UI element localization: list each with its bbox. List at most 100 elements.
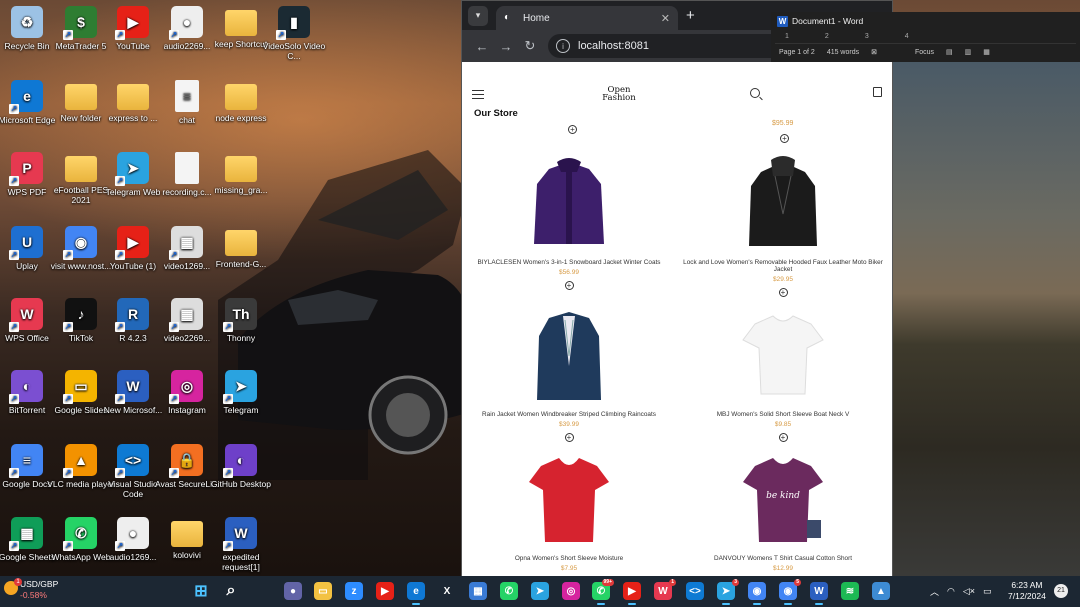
taskbar-instagram-icon[interactable]: ◎ xyxy=(562,582,580,600)
shortcut-arrow-icon: ↗ xyxy=(115,250,125,260)
product-image-navy-raincoat[interactable] xyxy=(519,306,619,406)
desktop-icon-telegram[interactable]: ➤ ↗ Telegram xyxy=(207,370,275,415)
notification-count[interactable]: 21 xyxy=(1054,584,1068,598)
taskbar-meet-icon[interactable]: ● xyxy=(284,582,302,600)
product-card[interactable]: Lock and Love Women's Removable Hooded F… xyxy=(678,154,888,297)
app-icon xyxy=(225,230,257,256)
taskbar-edge-icon[interactable]: e xyxy=(407,582,425,605)
taskbar-chrome-2-icon[interactable]: ◉ 5 xyxy=(779,579,801,605)
product-card[interactable]: Rain Jacket Women Windbreaker Striped Cl… xyxy=(464,306,674,442)
taskbar-youtube-2-icon[interactable]: ▶ xyxy=(623,582,641,605)
add-to-cart-icon[interactable]: + xyxy=(780,134,789,143)
web-layout-icon[interactable]: ▦ xyxy=(983,48,990,56)
app-icon: ◉ ↗ xyxy=(63,226,97,260)
close-tab-icon[interactable]: ✕ xyxy=(661,12,670,25)
reload-icon[interactable]: ↻ xyxy=(518,38,542,54)
add-to-cart-icon[interactable]: + xyxy=(778,288,788,297)
forward-icon[interactable]: → xyxy=(494,39,518,54)
taskbar-search-icon[interactable]: ⌕ xyxy=(222,582,240,600)
taskbar-telegram-2-icon[interactable]: ➤ 3 xyxy=(717,579,739,605)
taskbar-chrome-icon[interactable]: ◉ xyxy=(748,582,766,605)
shortcut-arrow-icon: ↗ xyxy=(169,394,179,404)
tab-home[interactable]: ◐ Home ✕ xyxy=(496,6,678,30)
desktop-icon-thonny[interactable]: Th ↗ Thonny xyxy=(207,298,275,343)
tab-search-button[interactable]: ▾ xyxy=(468,5,488,26)
add-to-cart-icon[interactable]: + xyxy=(778,433,788,442)
add-to-cart-icon[interactable]: + xyxy=(564,281,574,290)
taskbar-badge: 5 xyxy=(794,579,801,586)
taskbar-store-icon[interactable]: ▦ xyxy=(469,582,487,600)
product-image-purple-tshirt[interactable]: be kind xyxy=(733,450,833,550)
taskbar-whatsapp-icon[interactable]: ✆ xyxy=(500,582,518,600)
ticker-widget[interactable]: 1 USD/GBP -0.58% xyxy=(4,578,90,601)
taskbar-spotify-icon[interactable]: ≋ xyxy=(841,582,859,600)
product-title[interactable]: BIYLACLESEN Women's 3-in-1 Snowboard Jac… xyxy=(464,259,674,266)
wifi-icon[interactable]: ◠ xyxy=(947,586,955,597)
desktop-icon-label: expedited request[1] xyxy=(222,552,260,572)
desktop-icon-github-desktop[interactable]: ◐ ↗ GitHub Desktop xyxy=(207,444,275,489)
taskbar-youtube-icon[interactable]: ▶ xyxy=(376,582,394,600)
shortcut-arrow-icon: ↗ xyxy=(9,541,19,551)
product-image-black-leather-jacket[interactable] xyxy=(733,154,833,254)
product-title[interactable]: Opna Women's Short Sleeve Moisture xyxy=(464,555,674,562)
taskbar-wps-icon[interactable]: W1 xyxy=(654,579,676,600)
product-image-red-tshirt[interactable] xyxy=(519,450,619,550)
app-icon: ♻ xyxy=(11,6,43,38)
desktop-icon-label: missing_gra... xyxy=(214,185,268,195)
page-indicator[interactable]: Page 1 of 2 xyxy=(779,49,815,56)
product-title[interactable]: DANVOUY Womens T Shirt Casual Cotton Sho… xyxy=(678,555,888,562)
app-icon: U ↗ xyxy=(9,226,43,260)
hamburger-menu-icon[interactable] xyxy=(472,90,484,100)
shopping-bag-icon[interactable] xyxy=(873,87,882,97)
new-tab-button[interactable]: + xyxy=(686,7,695,24)
desktop-icon-label: Frontend-G... xyxy=(215,259,267,269)
product-price: $12.99 xyxy=(773,565,793,572)
app-icon: ◐ ↗ xyxy=(9,370,43,404)
store-logo[interactable]: Open Fashion xyxy=(599,86,639,103)
store-page: Open Fashion Our Store + $95.99 + BIYLAC… xyxy=(462,62,892,576)
app-icon xyxy=(175,152,199,184)
desktop-icon-frontend-g[interactable]: Frontend-G... xyxy=(207,226,275,269)
print-layout-icon[interactable]: ▥ xyxy=(965,48,972,56)
clock[interactable]: 6:23 AM 7/12/2024 xyxy=(1008,580,1046,602)
word-count[interactable]: 415 words xyxy=(827,49,859,56)
taskbar-telegram-icon[interactable]: ➤ xyxy=(531,582,549,600)
product-title[interactable]: Lock and Love Women's Removable Hooded F… xyxy=(678,259,888,273)
desktop-icon-node-express[interactable]: node express xyxy=(207,80,275,123)
store-header: Open Fashion xyxy=(462,84,892,108)
product-title[interactable]: Rain Jacket Women Windbreaker Striped Cl… xyxy=(464,411,674,418)
app-icon: ● ↗ xyxy=(115,517,149,551)
product-card[interactable]: Opna Women's Short Sleeve Moisture$7.95+ xyxy=(464,450,674,576)
desktop-icon-expedited-request-1[interactable]: W ↗ expedited request[1] xyxy=(207,517,275,572)
app-icon xyxy=(117,84,149,110)
back-icon[interactable]: ← xyxy=(470,39,494,54)
read-mode-icon[interactable]: ▤ xyxy=(946,48,953,56)
product-title[interactable]: MBJ Women's Solid Short Sleeve Boat Neck… xyxy=(678,411,888,418)
taskbar-x-icon[interactable]: X xyxy=(438,582,456,600)
site-info-icon[interactable]: i xyxy=(556,39,570,53)
taskbar-zoom-icon[interactable]: z xyxy=(345,582,363,600)
product-card[interactable]: BIYLACLESEN Women's 3-in-1 Snowboard Jac… xyxy=(464,154,674,290)
taskbar-start-icon[interactable]: ⊞ xyxy=(192,582,210,600)
product-image-purple-jacket[interactable] xyxy=(519,154,619,254)
taskbar-whatsapp-2-icon[interactable]: ✆ 99+ xyxy=(592,579,614,605)
focus-mode-button[interactable]: Focus xyxy=(915,49,934,56)
shortcut-arrow-icon: ↗ xyxy=(9,394,19,404)
add-to-cart-icon[interactable]: + xyxy=(564,433,574,442)
product-card[interactable]: be kind DANVOUY Womens T Shirt Casual Cot… xyxy=(678,450,888,576)
desktop-icon-videosolo-video-c[interactable]: ▮ ↗ VideoSolo Video C... xyxy=(260,6,328,61)
search-icon[interactable] xyxy=(750,88,760,98)
accessibility-icon[interactable]: ⊠ xyxy=(871,48,877,56)
add-to-cart-icon[interactable]: + xyxy=(568,125,577,134)
taskbar-word-icon[interactable]: W xyxy=(810,582,828,605)
product-image-white-top[interactable] xyxy=(733,306,833,406)
desktop-icon-missing-gra[interactable]: missing_gra... xyxy=(207,152,275,195)
taskbar-file-explorer-icon[interactable]: ▭ xyxy=(314,582,332,600)
taskbar-vscode-icon[interactable]: <> xyxy=(686,582,704,600)
battery-icon[interactable]: ▭ xyxy=(983,586,992,597)
product-card[interactable]: MBJ Women's Solid Short Sleeve Boat Neck… xyxy=(678,306,888,442)
shortcut-arrow-icon: ↗ xyxy=(9,322,19,332)
show-hidden-icons-icon[interactable]: ︿ xyxy=(930,585,939,598)
volume-icon[interactable]: ◁× xyxy=(963,586,975,597)
taskbar-photos-icon[interactable]: ▲ xyxy=(872,582,890,600)
